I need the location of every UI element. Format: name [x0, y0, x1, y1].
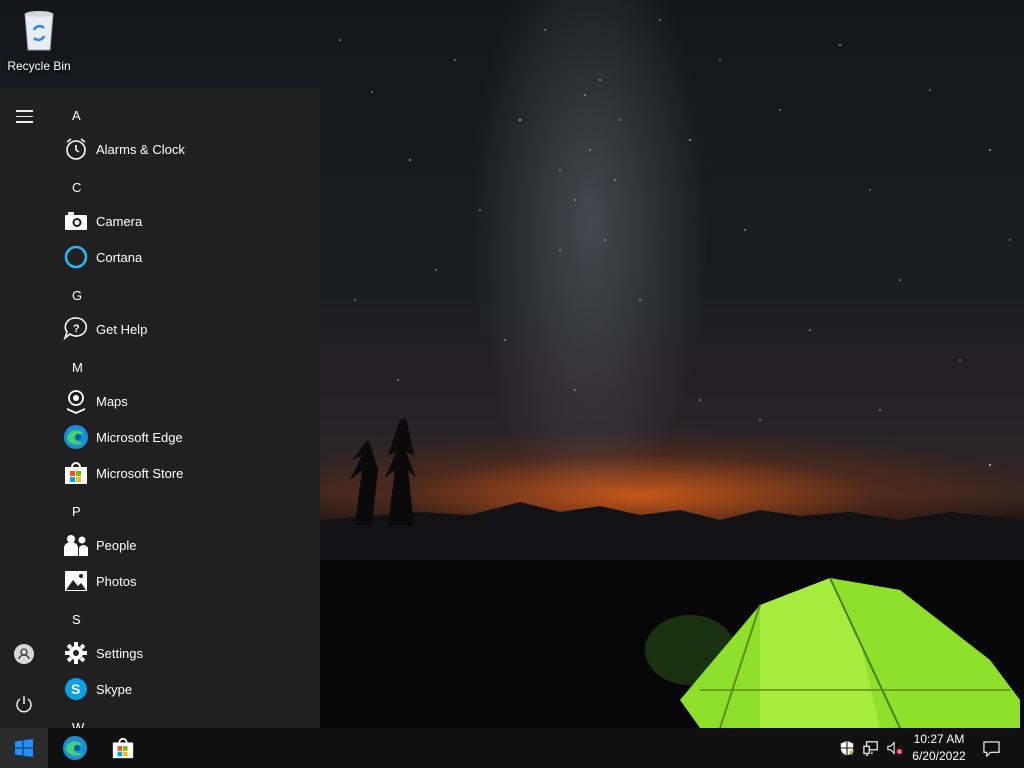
recycle-bin-shortcut[interactable]: Recycle Bin [4, 6, 74, 73]
app-alarms-clock[interactable]: Alarms & Clock [48, 131, 320, 167]
app-label: Photos [96, 573, 137, 589]
app-cortana[interactable]: Cortana [48, 239, 320, 275]
store-icon [63, 460, 89, 486]
windows-logo-icon [15, 739, 33, 757]
app-microsoft-edge[interactable]: Microsoft Edge [48, 419, 320, 455]
help-chat-icon: ? [63, 316, 89, 342]
app-microsoft-store[interactable]: Microsoft Store [48, 455, 320, 491]
user-account-icon[interactable] [14, 644, 34, 664]
security-warning-icon [840, 740, 855, 756]
app-camera[interactable]: Camera [48, 203, 320, 239]
app-list: A Alarms & Clock C Camera Cortana G ? Ge… [48, 88, 320, 728]
security-warning-tray[interactable] [836, 728, 858, 768]
skype-icon: S [63, 676, 89, 702]
section-letter-s[interactable]: S [72, 612, 81, 627]
clock-time: 10:27 AM [913, 732, 965, 746]
svg-text:?: ? [73, 323, 80, 335]
recycle-bin-label: Recycle Bin [7, 59, 71, 73]
edge-icon [63, 424, 89, 450]
app-label: Maps [96, 393, 128, 409]
maps-icon [63, 388, 89, 414]
gear-icon [63, 640, 89, 666]
app-settings[interactable]: Settings [48, 635, 320, 671]
app-skype[interactable]: S Skype [48, 671, 320, 707]
edge-icon [63, 736, 87, 760]
app-get-help[interactable]: ? Get Help [48, 311, 320, 347]
photos-icon [63, 568, 89, 594]
section-letter-a[interactable]: A [72, 108, 81, 123]
store-icon [112, 737, 134, 759]
action-center-button[interactable] [980, 728, 1002, 768]
section-letter-m[interactable]: M [72, 360, 83, 375]
network-icon [863, 741, 878, 756]
recycle-bin-icon [24, 11, 54, 51]
cortana-icon [63, 244, 89, 270]
action-center-icon [982, 740, 1000, 757]
svg-text:S: S [71, 681, 80, 697]
app-label: Cortana [96, 249, 143, 265]
app-label: Skype [96, 681, 133, 697]
app-maps[interactable]: Maps [48, 383, 320, 419]
taskbar-clock[interactable]: 10:27 AM 6/20/2022 [900, 731, 978, 765]
section-letter-p[interactable]: P [72, 504, 81, 519]
app-photos[interactable]: Photos [48, 563, 320, 599]
start-button[interactable] [0, 728, 48, 768]
app-label: Camera [96, 213, 143, 229]
section-letter-c[interactable]: C [72, 180, 81, 195]
app-people[interactable]: People [48, 527, 320, 563]
app-label: People [96, 537, 137, 553]
app-label: Microsoft Edge [96, 429, 183, 445]
start-menu: A Alarms & Clock C Camera Cortana G ? Ge… [0, 88, 320, 728]
section-letter-w[interactable]: W [72, 720, 84, 728]
section-letter-g[interactable]: G [72, 288, 82, 303]
taskbar: 10:27 AM 6/20/2022 [0, 728, 1024, 768]
taskbar-edge-button[interactable] [51, 728, 99, 768]
hamburger-menu-icon[interactable] [16, 110, 33, 127]
taskbar-store-button[interactable] [99, 728, 147, 768]
network-tray[interactable] [860, 728, 882, 768]
app-label: Get Help [96, 321, 148, 337]
clock-date: 6/20/2022 [912, 749, 966, 763]
start-rail [0, 88, 48, 728]
camera-icon [63, 208, 89, 234]
app-label: Microsoft Store [96, 465, 184, 481]
power-icon[interactable] [14, 694, 34, 714]
alarm-clock-icon [63, 136, 89, 162]
people-icon [63, 532, 89, 558]
app-label: Alarms & Clock [96, 141, 185, 157]
app-label: Settings [96, 645, 143, 661]
